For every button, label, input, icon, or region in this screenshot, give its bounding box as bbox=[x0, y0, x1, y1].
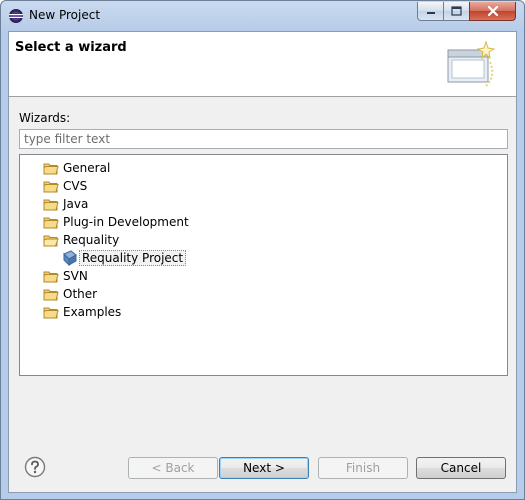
close-icon bbox=[487, 6, 498, 16]
eclipse-icon bbox=[9, 9, 23, 23]
minimize-button[interactable] bbox=[417, 2, 444, 21]
folder-icon bbox=[43, 181, 59, 193]
tree-item-label: Examples bbox=[63, 305, 122, 319]
tree-item-svn[interactable]: SVN bbox=[43, 267, 88, 285]
new-wizard-icon bbox=[447, 40, 496, 87]
help-icon[interactable] bbox=[24, 456, 46, 478]
maximize-button[interactable] bbox=[443, 2, 470, 21]
next-button[interactable]: Next > bbox=[219, 457, 309, 479]
folder-icon bbox=[43, 307, 59, 319]
tree-item-label: CVS bbox=[63, 179, 88, 193]
tree-item-requality[interactable]: Requality bbox=[43, 231, 119, 249]
requality-project-icon bbox=[63, 250, 77, 266]
tree-item-label: Requality Project bbox=[79, 250, 187, 266]
filter-input[interactable] bbox=[19, 129, 508, 149]
finish-button[interactable]: Finish bbox=[318, 457, 408, 479]
minimize-icon bbox=[426, 12, 435, 14]
open-folder-icon bbox=[43, 235, 59, 247]
cancel-button[interactable]: Cancel bbox=[416, 457, 506, 479]
tree-item-examples[interactable]: Examples bbox=[43, 303, 121, 321]
page-title: Select a wizard bbox=[15, 40, 127, 55]
new-project-window: New Project Select a wizard Wizards: typ… bbox=[0, 0, 525, 500]
tree-item-label: SVN bbox=[63, 269, 88, 283]
wizards-label: Wizards: bbox=[19, 111, 71, 125]
folder-icon bbox=[43, 217, 59, 229]
tree-item-cvs[interactable]: CVS bbox=[43, 177, 87, 195]
tree-item-plug-in-development[interactable]: Plug-in Development bbox=[43, 213, 189, 231]
tree-item-label: Other bbox=[63, 287, 98, 301]
tree-item-requality-project[interactable]: Requality Project bbox=[62, 249, 187, 267]
tree-item-general[interactable]: General bbox=[43, 159, 110, 177]
dialog-client-area: Select a wizard Wizards: General CVS bbox=[8, 31, 517, 493]
maximize-icon bbox=[451, 6, 462, 16]
tree-item-label: General bbox=[63, 161, 111, 175]
title-bar[interactable]: New Project bbox=[1, 1, 524, 31]
tree-item-label: Java bbox=[63, 197, 89, 211]
wizard-tree[interactable]: General CVS Java Plug-in Development Req… bbox=[19, 154, 508, 376]
header-banner: Select a wizard bbox=[9, 32, 516, 97]
folder-icon bbox=[43, 163, 59, 175]
tree-item-other[interactable]: Other bbox=[43, 285, 97, 303]
tree-item-java[interactable]: Java bbox=[43, 195, 88, 213]
folder-icon bbox=[43, 271, 59, 283]
folder-icon bbox=[43, 289, 59, 301]
tree-item-label: Plug-in Development bbox=[63, 215, 189, 229]
tree-item-label: Requality bbox=[63, 233, 120, 247]
folder-icon bbox=[43, 199, 59, 211]
back-button[interactable]: < Back bbox=[128, 457, 218, 479]
close-button[interactable] bbox=[469, 2, 516, 21]
window-title: New Project bbox=[29, 8, 101, 22]
